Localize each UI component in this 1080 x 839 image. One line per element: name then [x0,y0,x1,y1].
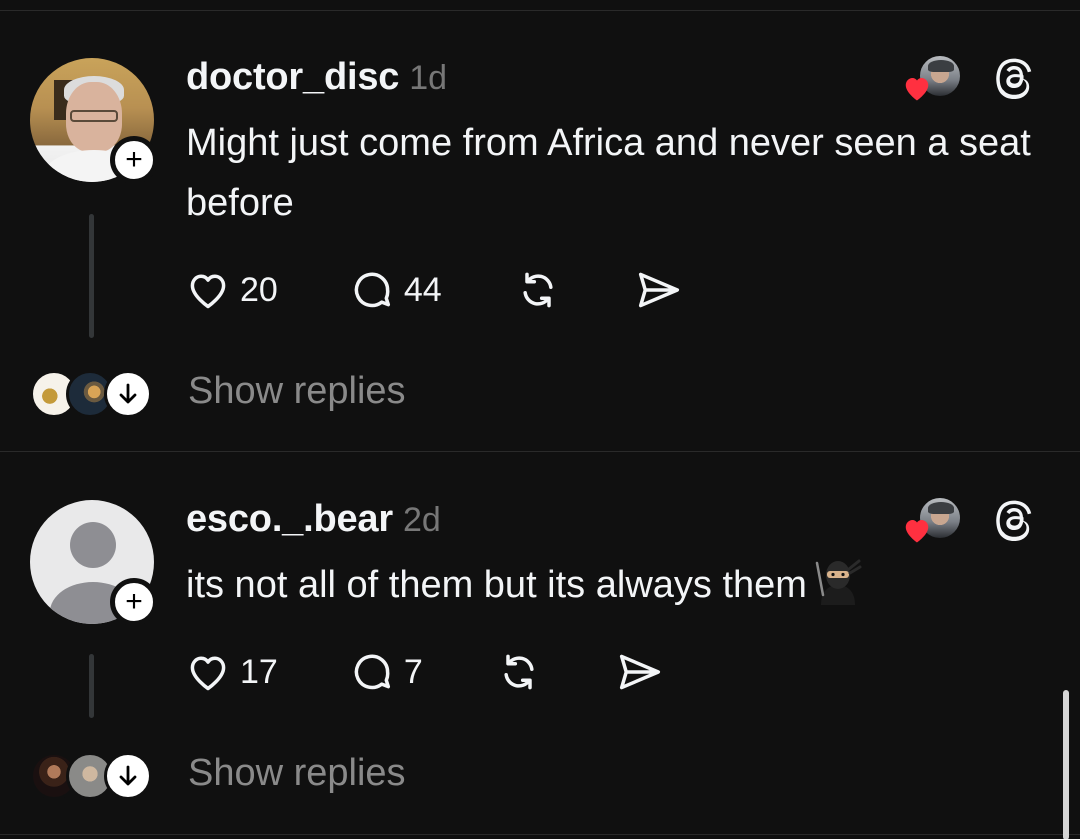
repost-button[interactable] [514,268,562,312]
threads-reply-list: + doctor_disc 1d Might just come from Af… [0,0,1080,839]
heart-icon [190,656,226,691]
reply-count: 44 [403,270,442,309]
like-button[interactable]: 17 [186,651,278,693]
like-count: 20 [240,270,278,309]
post-text: its not all of them but its always them [186,555,1056,615]
reply-avatars [30,370,156,418]
avatar[interactable]: + [30,500,158,626]
share-button[interactable] [634,268,684,312]
send-icon [619,654,660,690]
reply-button[interactable]: 44 [350,268,442,312]
show-replies-button[interactable]: Show replies [188,370,406,413]
share-button[interactable] [615,650,665,694]
repost-button[interactable] [495,650,543,694]
comment-icon [354,654,390,690]
reply-avatars [30,752,156,800]
post[interactable]: + doctor_disc 1d Might just come from Af… [0,0,1080,451]
username[interactable]: esco._.bear [186,498,393,541]
like-button[interactable]: 20 [186,269,278,311]
repost-icon [523,272,553,308]
post[interactable]: + esco._.bear 2d its not all of them but… [0,452,1080,834]
timestamp: 2d [402,501,441,539]
threads-icon[interactable] [992,53,1036,101]
heart-icon [905,78,929,101]
like-count: 17 [240,652,278,691]
divider [0,834,1080,835]
thread-line [89,654,94,718]
show-replies-row[interactable] [30,370,156,418]
thread-line [89,214,94,338]
reply-button[interactable]: 7 [350,650,423,694]
avatar[interactable]: + [30,58,158,184]
follow-plus-icon[interactable]: + [110,578,158,626]
scrollbar[interactable] [1063,690,1069,839]
timestamp: 1d [409,59,448,97]
send-icon [638,272,679,308]
threads-icon[interactable] [992,495,1036,543]
show-replies-row[interactable] [30,752,156,800]
liked-by-author-avatar [902,494,962,544]
ninja-emoji-icon [815,559,862,605]
comment-icon [354,272,390,308]
arrow-down-icon [104,370,152,418]
username[interactable]: doctor_disc [186,56,399,99]
heart-icon [190,274,226,309]
show-replies-button[interactable]: Show replies [188,752,406,795]
arrow-down-icon [104,752,152,800]
post-text: Might just come from Africa and never se… [186,122,1031,224]
reply-count: 7 [403,652,423,691]
follow-plus-icon[interactable]: + [110,136,158,184]
liked-by-author-avatar [902,52,962,102]
repost-icon [504,654,534,690]
heart-icon [905,520,929,543]
